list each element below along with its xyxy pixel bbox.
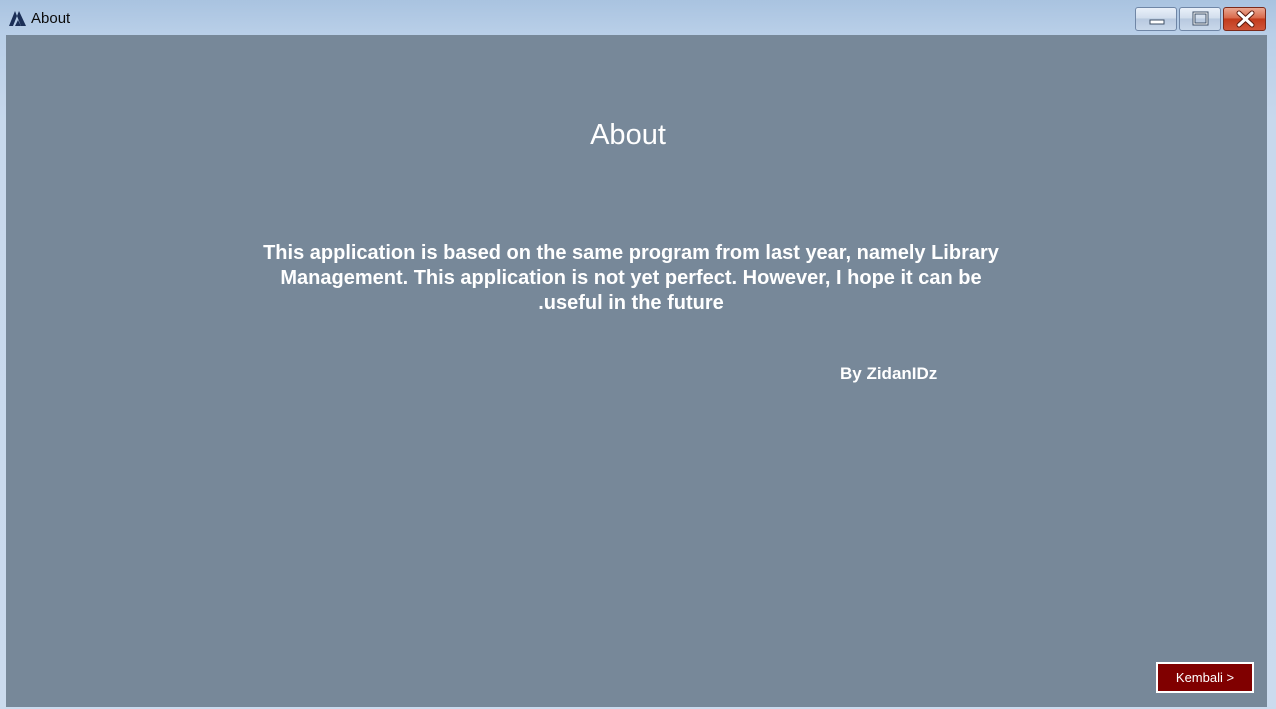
author-credit: By ZidanIDz	[840, 364, 938, 383]
about-panel: About This application is based on the s…	[6, 35, 1267, 707]
maximize-button[interactable]	[1179, 7, 1221, 31]
minimize-icon	[1149, 19, 1165, 25]
title-bar[interactable]: About	[0, 0, 1276, 34]
maximize-icon	[1192, 11, 1209, 26]
about-window: About About This application is based on…	[0, 0, 1276, 709]
page-title: About	[590, 119, 666, 151]
app-triangle-icon	[9, 11, 26, 26]
minimize-button[interactable]	[1135, 7, 1177, 31]
about-description: This application is based on the same pr…	[263, 242, 999, 314]
close-icon	[1236, 10, 1255, 28]
window-title: About	[31, 10, 71, 27]
back-button[interactable]: Kembali >	[1156, 662, 1254, 693]
close-button[interactable]	[1223, 7, 1266, 31]
